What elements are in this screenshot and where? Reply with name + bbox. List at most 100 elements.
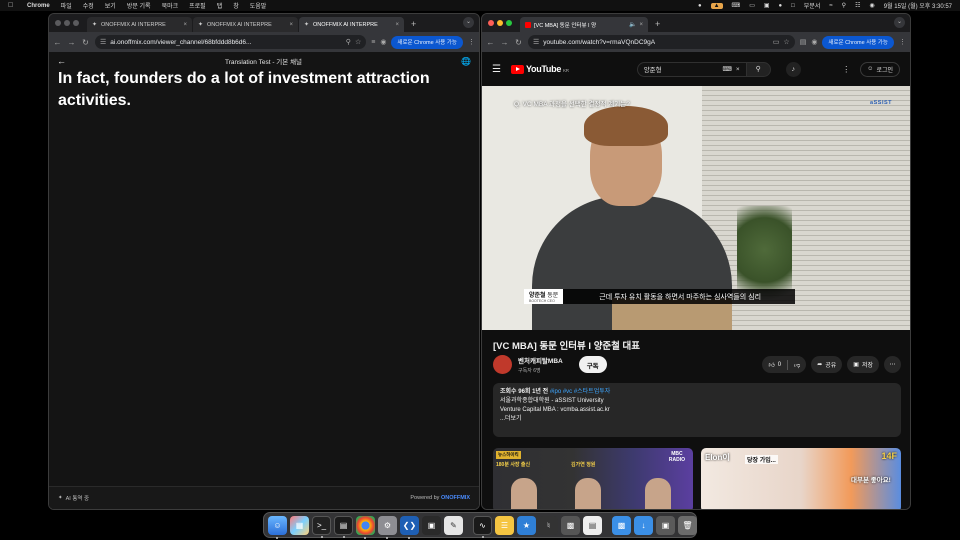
- clock[interactable]: 9월 15일 (월) 오후 3:30:57: [884, 1, 952, 10]
- menu-help[interactable]: 도움말: [250, 1, 267, 10]
- chrome-icon[interactable]: [356, 515, 375, 539]
- bookmark-star-icon[interactable]: ☆: [783, 38, 789, 46]
- site-info-icon[interactable]: ☰: [533, 38, 539, 46]
- youtube-logo[interactable]: YouTube KR: [510, 64, 569, 74]
- media-control-icon[interactable]: ≡: [371, 39, 375, 46]
- share-button[interactable]: ➦ 공유: [811, 356, 843, 373]
- profile-icon[interactable]: ◉: [811, 38, 817, 46]
- zoom-window-button[interactable]: [506, 20, 512, 26]
- tab-onoffmix-2[interactable]: ✦ ONOFFMIX AI INTERPRE ×: [193, 17, 298, 32]
- input-source-icon[interactable]: □: [791, 3, 795, 9]
- back-arrow-icon[interactable]: ←: [57, 56, 66, 66]
- menu-view[interactable]: 보기: [105, 1, 116, 10]
- address-bar[interactable]: ☰ ai.onoffmix.com/viewer_channel/68bfddd…: [95, 35, 367, 49]
- video-description[interactable]: 조회수 96회 1년 전 #ipo #vc #스타트업투자 서울과학종합대학원 …: [493, 383, 901, 437]
- forward-icon[interactable]: →: [500, 38, 509, 47]
- siri-icon[interactable]: ◉: [869, 2, 874, 9]
- menu-file[interactable]: 파일: [61, 1, 72, 10]
- folder-icon[interactable]: ▩: [612, 515, 631, 535]
- site-info-icon[interactable]: ☰: [100, 38, 106, 46]
- notes-app-icon[interactable]: ✎: [444, 515, 463, 535]
- user-icon[interactable]: ●: [779, 3, 783, 9]
- tab-search-icon[interactable]: ⌄: [894, 17, 905, 28]
- close-tab-icon[interactable]: ×: [639, 22, 643, 28]
- terminal-icon[interactable]: >_: [312, 515, 331, 538]
- status-app-icon[interactable]: ▲: [710, 2, 723, 9]
- screenshot-app-icon[interactable]: ▩: [561, 515, 580, 535]
- more-actions-button[interactable]: ⋯: [884, 356, 901, 373]
- dislike-icon[interactable]: 👎︎: [794, 361, 800, 369]
- downloads-folder-icon[interactable]: ↓: [634, 515, 653, 535]
- close-tab-icon[interactable]: ×: [289, 22, 293, 28]
- menu-window[interactable]: 창: [233, 1, 239, 10]
- more-menu-icon[interactable]: ⋮: [899, 38, 906, 46]
- apple-menu-icon[interactable]: : [8, 2, 16, 9]
- bookmark-star-icon[interactable]: ☆: [355, 38, 361, 46]
- cube-app-icon[interactable]: ▣: [422, 515, 441, 535]
- search-icon[interactable]: ⚲: [842, 2, 846, 9]
- zoom-window-button[interactable]: [73, 20, 79, 26]
- clear-search-icon[interactable]: ×: [736, 66, 740, 73]
- save-button[interactable]: ▣ 저장: [847, 356, 879, 373]
- system-settings-icon[interactable]: ⚙: [378, 515, 397, 539]
- launchpad-icon[interactable]: ▦: [290, 515, 309, 535]
- search-query[interactable]: 양준형: [644, 64, 719, 74]
- piano-app-icon[interactable]: ♮: [539, 515, 558, 535]
- related-video-thumbnail[interactable]: 뉴스하이킥 180분 사장 출신 김가연 정원 MBC RADIO: [493, 448, 693, 509]
- voice-search-icon[interactable]: ♪: [785, 61, 801, 77]
- minimize-window-button[interactable]: [497, 20, 503, 26]
- vscode-icon[interactable]: ❮❯: [400, 515, 419, 539]
- close-tab-icon[interactable]: ×: [183, 22, 187, 28]
- address-url[interactable]: youtube.com/watch?v=rmaVQnDC9gA: [543, 39, 769, 46]
- display-icon[interactable]: ▣: [764, 2, 770, 9]
- extensions-icon[interactable]: ▤: [800, 38, 807, 46]
- trash-icon[interactable]: 🗑︎: [678, 515, 697, 535]
- like-count[interactable]: 0: [778, 362, 781, 368]
- tab-search-icon[interactable]: ⌄: [463, 17, 474, 28]
- search-button[interactable]: ⚲: [746, 61, 771, 77]
- keyboard-icon[interactable]: ⌨: [732, 2, 741, 9]
- battery-icon[interactable]: ▭: [749, 2, 755, 9]
- more-menu-icon[interactable]: ⋮: [468, 38, 475, 46]
- chrome-update-button[interactable]: 새로운 Chrome 사용 가능: [391, 35, 463, 49]
- document-icon[interactable]: ▤: [583, 515, 602, 535]
- menu-app-name[interactable]: Chrome: [27, 3, 50, 9]
- forward-icon[interactable]: →: [67, 38, 76, 47]
- back-icon[interactable]: ←: [53, 38, 62, 47]
- settings-more-icon[interactable]: ⋮: [842, 65, 850, 74]
- menu-tab[interactable]: 탭: [217, 1, 223, 10]
- show-more-link[interactable]: ...더보기: [500, 415, 894, 424]
- new-tab-button[interactable]: +: [405, 19, 422, 32]
- cast-icon[interactable]: ▭: [773, 38, 780, 46]
- channel-avatar[interactable]: [493, 355, 512, 374]
- back-icon[interactable]: ←: [486, 38, 495, 47]
- reload-icon[interactable]: ↻: [81, 38, 90, 47]
- related-video-thumbnail[interactable]: Elon이 당장 가입... 대부분 좋아요! 14F: [701, 448, 901, 509]
- search-input[interactable]: 양준형 ⌨ ×: [636, 61, 747, 77]
- menu-bookmarks[interactable]: 북마크: [162, 1, 179, 10]
- zoom-icon[interactable]: ⚲: [346, 38, 351, 46]
- record-icon[interactable]: ●: [698, 3, 702, 9]
- screen-image-icon[interactable]: ▣: [656, 515, 675, 535]
- wifi-icon[interactable]: ≈: [829, 3, 832, 9]
- address-bar[interactable]: ☰ youtube.com/watch?v=rmaVQnDC9gA ▭ ☆: [528, 35, 795, 49]
- close-window-button[interactable]: [488, 20, 494, 26]
- audio-playing-icon[interactable]: 🔈: [629, 21, 636, 28]
- stickies-icon[interactable]: ☰: [495, 515, 514, 535]
- status-text[interactable]: 부분서: [804, 1, 821, 10]
- tab-onoffmix-1[interactable]: ✦ ONOFFMIX AI INTERPRE ×: [87, 17, 192, 32]
- subscribe-button[interactable]: 구독: [578, 356, 607, 373]
- console-icon[interactable]: ▤: [334, 515, 353, 538]
- hamburger-menu-icon[interactable]: ☰: [492, 64, 501, 75]
- finder-icon[interactable]: ☺: [268, 515, 287, 539]
- reload-icon[interactable]: ↻: [514, 38, 523, 47]
- hashtags[interactable]: #ipo #vc #스타트업투자: [550, 389, 610, 395]
- address-url[interactable]: ai.onoffmix.com/viewer_channel/68bfddd8b…: [110, 39, 342, 46]
- channel-name[interactable]: 벤처캐피탈MBA: [518, 355, 563, 365]
- tab-onoffmix-3[interactable]: ✦ ONOFFMIX AI INTERPRE ×: [299, 17, 404, 32]
- onoffmix-logo[interactable]: ONOFFMIX: [441, 495, 470, 501]
- keyboard-icon[interactable]: ⌨: [723, 65, 732, 73]
- safari-icon[interactable]: ★: [517, 515, 536, 535]
- video-player[interactable]: Q. VC MBA 과정을 선택한 결정적 계기는? aSSIST 양준철 동문…: [482, 86, 910, 330]
- control-center-icon[interactable]: ☷: [855, 2, 860, 9]
